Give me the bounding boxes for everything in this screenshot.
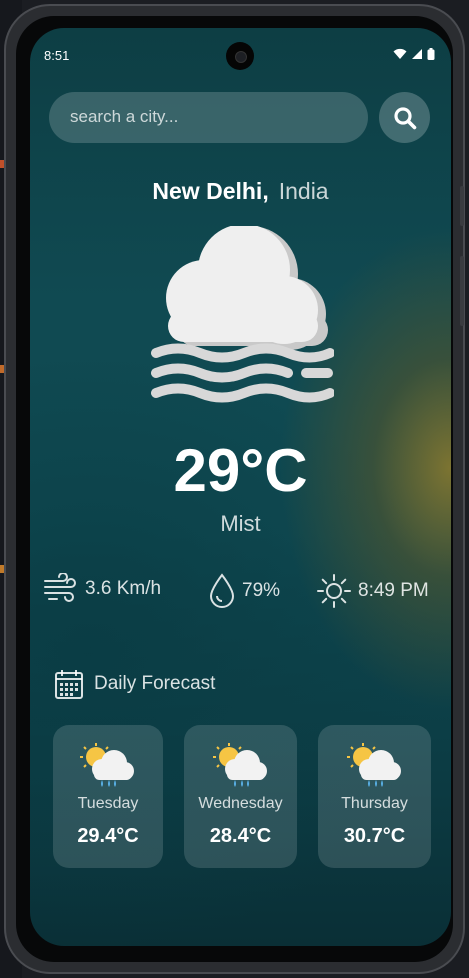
- phone-frame: 8:51 search a city... New Delhi, India 2…: [4, 4, 465, 974]
- calendar-icon: [55, 670, 83, 699]
- volume-button: [460, 186, 464, 226]
- power-button: [460, 256, 464, 326]
- forecast-card-thursday[interactable]: Thursday 30.7°C: [318, 725, 431, 868]
- day-temperature: 30.7°C: [343, 825, 406, 847]
- wind-stat: 3.6 Km/h: [43, 573, 161, 605]
- humidity-value: 79%: [242, 580, 281, 601]
- location-label: New Delhi, India: [30, 178, 451, 205]
- search-button[interactable]: [379, 92, 430, 143]
- mist-cloud-icon: [151, 226, 334, 403]
- day-name: Tuesday: [77, 795, 139, 812]
- day-name: Wednesday: [198, 795, 283, 812]
- daily-forecast-title: Daily Forecast: [94, 673, 216, 694]
- wind-speed: 3.6 Km/h: [85, 578, 162, 599]
- current-temperature: 29°C: [173, 437, 308, 504]
- country-name: India: [278, 178, 329, 204]
- search-input[interactable]: search a city...: [49, 92, 368, 143]
- sun-cloud-rain-icon: [80, 743, 134, 787]
- wind-icon: [44, 573, 76, 602]
- front-camera: [226, 42, 254, 70]
- sunset-stat: 8:49 PM: [316, 573, 429, 609]
- search-icon: [393, 106, 416, 129]
- humidity-stat: 79%: [208, 573, 280, 609]
- day-temperature: 28.4°C: [209, 825, 272, 847]
- forecast-card-wednesday[interactable]: Wednesday 28.4°C: [184, 725, 297, 868]
- sun-icon: [317, 574, 351, 608]
- water-drop-icon: [209, 573, 235, 608]
- status-icons: [393, 48, 435, 60]
- wifi-icon: [393, 48, 407, 59]
- daily-forecast-heading: Daily Forecast: [54, 668, 215, 700]
- battery-icon: [427, 48, 435, 60]
- sun-cloud-rain-icon: [213, 743, 267, 787]
- status-time: 8:51: [44, 48, 70, 63]
- sun-cloud-rain-icon: [347, 743, 401, 787]
- day-temperature: 29.4°C: [77, 825, 139, 847]
- signal-icon: [412, 49, 422, 59]
- city-name: New Delhi,: [152, 178, 269, 204]
- sunset-time: 8:49 PM: [358, 580, 429, 601]
- forecast-card-tuesday[interactable]: Tuesday 29.4°C: [53, 725, 163, 868]
- day-name: Thursday: [341, 795, 408, 812]
- weather-condition: Mist: [220, 511, 261, 536]
- app-screen: 8:51 search a city... New Delhi, India 2…: [30, 28, 451, 946]
